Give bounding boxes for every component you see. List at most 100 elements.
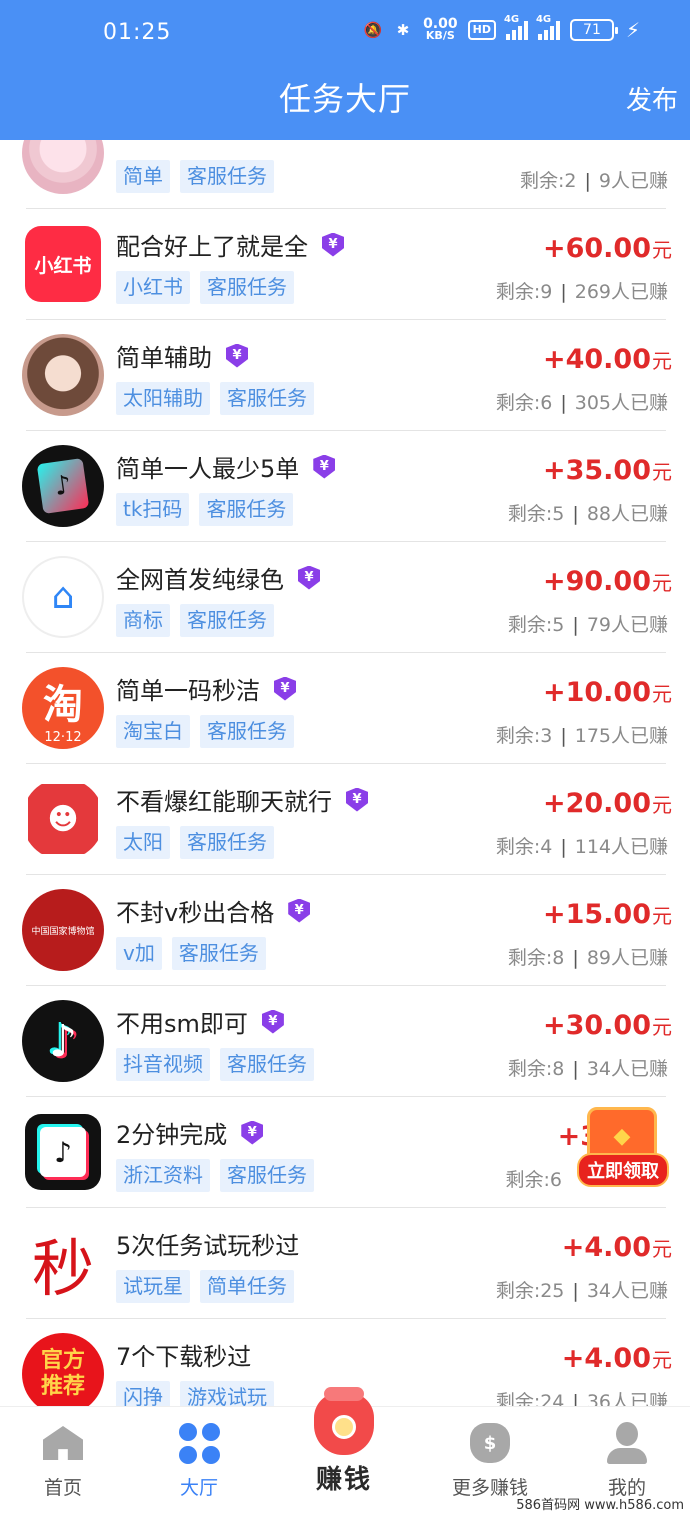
jd-logo: ☻ — [22, 778, 104, 860]
task-reward: +15.00元 — [542, 899, 672, 930]
task-tag: 简单任务 — [200, 1270, 294, 1303]
task-name: 配合好上了就是全 ¥ — [116, 227, 344, 262]
tiktok-shop-logo: ♪ — [25, 1114, 101, 1190]
task-tag: 淘宝白 — [116, 715, 190, 748]
task-tags: 小红书 客服任务 — [116, 271, 294, 304]
task-row[interactable]: 秒 5次任务试玩秒过 试玩星 简单任务 +4.00元 剩余:25 | 34人已赚 — [0, 1208, 690, 1319]
task-stats: 剩余:25 | 34人已赚 — [495, 1280, 668, 1302]
task-tags: v加 客服任务 — [116, 937, 266, 970]
task-reward: +60.00元 — [542, 233, 672, 264]
user-icon — [605, 1421, 649, 1465]
task-reward: +20.00元 — [542, 788, 672, 819]
task-tag: 浙江资料 — [116, 1159, 210, 1192]
task-row[interactable]: ♪ 简单一人最少5单 ¥ tk扫码 客服任务 +35.00元 剩余:5 | 88人已赚 — [0, 431, 690, 542]
task-tag: 太阳辅助 — [116, 382, 210, 415]
task-row[interactable]: ♪ 不用sm即可 ¥ 抖音视频 客服任务 +30.00元 剩余:8 | 34人已赚 — [0, 986, 690, 1097]
task-tag: 客服任务 — [180, 604, 274, 637]
nav-mine[interactable]: 我的 — [567, 1421, 687, 1500]
task-reward: +30.00元 — [542, 1010, 672, 1041]
task-tags: 闪挣 游戏试玩 — [116, 1381, 274, 1406]
task-stats: 剩余:5 | 79人已赚 — [507, 614, 668, 636]
task-name: 不用sm即可 ¥ — [116, 1004, 284, 1039]
vip-badge-icon: ¥ — [313, 454, 336, 479]
status-time: 01:25 — [103, 20, 172, 45]
publish-button[interactable]: 发布 — [626, 80, 678, 117]
task-row[interactable]: ⌂ 全网首发纯绿色 ¥ 商标 客服任务 +90.00元 剩余:5 | 79人已赚 — [0, 542, 690, 653]
task-tag: v加 — [116, 937, 162, 970]
page-title: 任务大厅 — [278, 80, 411, 118]
task-list[interactable]: 简单 客服任务 剩余:2 | 9人已赚 小红书 配合好上了就是全 ¥ 小红书 客服任务… — [0, 140, 690, 1406]
bluetooth-icon: ✱ — [396, 21, 410, 39]
nav-label: 大厅 — [179, 1477, 218, 1499]
nav-hall[interactable]: 大厅 — [139, 1421, 259, 1500]
home-icon — [41, 1421, 85, 1465]
task-stats: 剩余:24 | 36人已赚 — [495, 1391, 668, 1406]
task-reward: +90.00元 — [542, 566, 672, 597]
woman-avatar — [22, 334, 104, 416]
task-reward: +4.00元 — [561, 1343, 672, 1374]
task-tag: 游戏试玩 — [180, 1381, 274, 1406]
task-tags: tk扫码 客服任务 — [116, 493, 294, 526]
task-tag: 客服任务 — [200, 271, 294, 304]
task-tag: 客服任务 — [200, 715, 294, 748]
task-stats: 剩余:8 | 89人已赚 — [507, 947, 668, 969]
task-stats: 剩余:6 — [505, 1169, 563, 1191]
task-name: 不封v秒出合格 ¥ — [116, 893, 311, 928]
task-tag: 小红书 — [116, 271, 190, 304]
task-row[interactable]: 简单 客服任务 剩余:2 | 9人已赚 — [0, 140, 690, 209]
vip-badge-icon: ¥ — [346, 787, 368, 812]
task-tag: 客服任务 — [180, 826, 274, 859]
nav-label: 首页 — [43, 1477, 82, 1499]
nav-home[interactable]: 首页 — [3, 1421, 123, 1500]
nav-more-earn[interactable]: $ 更多赚钱 — [430, 1421, 550, 1500]
red-packet-button[interactable]: ◆ 立即领取 — [577, 1107, 669, 1193]
task-tag: 试玩星 — [116, 1270, 190, 1303]
museum-logo: 中国国家博物馆 — [22, 889, 104, 971]
task-stats: 剩余:5 | 88人已赚 — [507, 503, 668, 525]
task-tags: 浙江资料 客服任务 — [116, 1159, 314, 1192]
task-tag: tk扫码 — [116, 493, 190, 526]
task-stats: 剩余:3 | 175人已赚 — [495, 725, 668, 747]
task-reward: +40.00元 — [542, 344, 672, 375]
red-packet-label: 立即领取 — [577, 1153, 669, 1187]
task-tags: 太阳 客服任务 — [116, 826, 274, 859]
task-name: 5次任务试玩秒过 — [116, 1232, 300, 1260]
status-icons: 🔕 ✱ 0.00 KB/S HD 4G 4G 71 ⚡ — [363, 14, 640, 42]
task-row[interactable]: 中国国家博物馆 不封v秒出合格 ¥ v加 客服任务 +15.00元 剩余:8 | 89… — [0, 875, 690, 986]
task-row[interactable]: 小红书 配合好上了就是全 ¥ 小红书 客服任务 +60.00元 剩余:9 | 269人… — [0, 209, 690, 320]
signal-icon-2: 4G — [536, 14, 560, 40]
task-row[interactable]: ☻ 不看爆红能聊天就行 ¥ 太阳 客服任务 +20.00元 剩余:4 | 114人已赚 — [0, 764, 690, 875]
task-stats: 剩余:8 | 34人已赚 — [507, 1058, 668, 1080]
task-tags: 试玩星 简单任务 — [116, 1270, 294, 1303]
task-tags: 简单 客服任务 — [116, 160, 274, 193]
task-name: 不看爆红能聊天就行 ¥ — [116, 782, 368, 817]
taobao-logo: 淘 12·12 — [22, 667, 104, 749]
net-speed: 0.00 KB/S — [423, 16, 458, 42]
grid-icon — [177, 1421, 221, 1465]
nav-label: 赚钱 — [315, 1465, 372, 1495]
task-tag: 闪挣 — [116, 1381, 170, 1406]
task-stats: 剩余:6 | 305人已赚 — [495, 392, 668, 414]
task-tags: 商标 客服任务 — [116, 604, 274, 637]
nav-earn[interactable]: 赚钱 — [292, 1387, 396, 1496]
watermark: 586首码网 www.h586.com — [516, 1498, 684, 1513]
task-stats: 剩余:2 | 9人已赚 — [520, 170, 668, 192]
douyin-logo: ♪ — [22, 1000, 104, 1082]
mute-bell-icon: 🔕 — [363, 21, 383, 39]
task-tag: 商标 — [116, 604, 170, 637]
task-tag: 客服任务 — [180, 160, 274, 193]
money-bag-icon — [314, 1387, 374, 1455]
vip-badge-icon: ¥ — [226, 343, 248, 368]
task-row[interactable]: 简单辅助 ¥ 太阳辅助 客服任务 +40.00元 剩余:6 | 305人已赚 — [0, 320, 690, 431]
house-logo: ⌂ — [22, 556, 104, 638]
task-tag: 客服任务 — [220, 382, 314, 415]
task-tag: 抖音视频 — [116, 1048, 210, 1081]
task-tag: 简单 — [116, 160, 170, 193]
task-tag: 太阳 — [116, 826, 170, 859]
money-pouch-icon: $ — [468, 1421, 512, 1465]
vip-badge-icon: ¥ — [298, 565, 320, 590]
task-name: 7个下载秒过 — [116, 1343, 252, 1371]
status-bar: 01:25 🔕 ✱ 0.00 KB/S HD 4G 4G 71 ⚡ — [0, 0, 690, 68]
task-row[interactable]: 淘 12·12 简单一码秒洁 ¥ 淘宝白 客服任务 +10.00元 剩余:3 | 175… — [0, 653, 690, 764]
vip-badge-icon: ¥ — [322, 232, 344, 257]
